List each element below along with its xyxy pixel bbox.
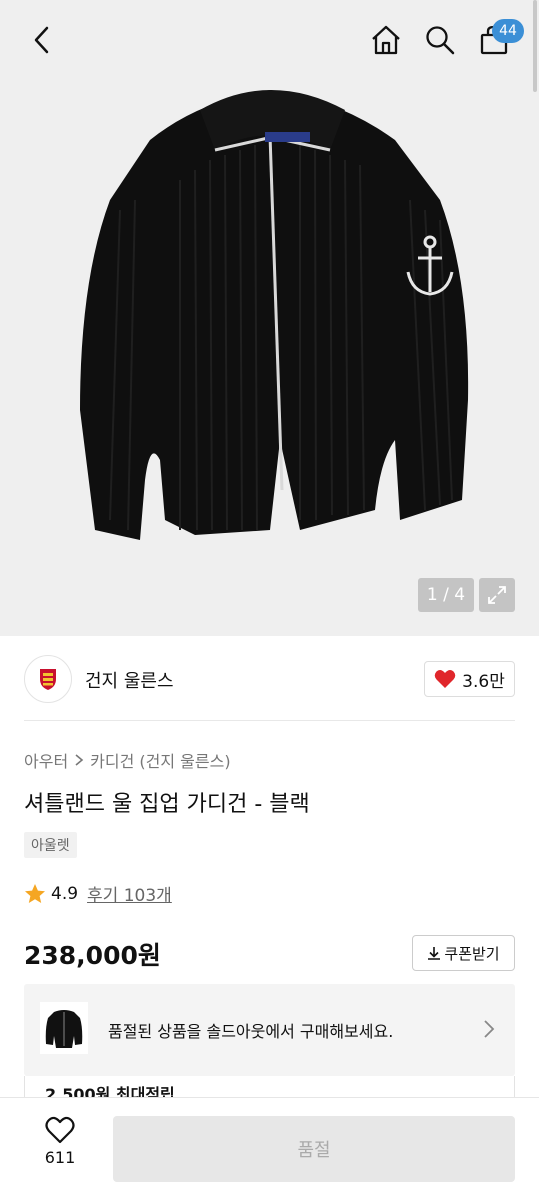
expand-icon	[488, 586, 506, 604]
heart-outline-icon	[45, 1116, 75, 1144]
divider	[24, 720, 515, 721]
product-price: 238,000원	[24, 941, 161, 970]
review-link[interactable]: 후기 103개	[87, 881, 172, 906]
wishlist-count: 611	[44, 1148, 76, 1167]
bottom-action-bar: 611 품절	[0, 1097, 539, 1200]
coupon-label: 쿠폰받기	[444, 945, 500, 963]
product-title: 셔틀랜드 울 집업 가디건 - 블랙	[24, 792, 310, 817]
brand-name[interactable]: 건지 울른스	[85, 667, 174, 693]
outlet-tag: 아울렛	[24, 832, 77, 858]
search-icon	[426, 26, 455, 55]
brand-row: 건지 울른스 3.6만	[24, 654, 515, 704]
rating-row: 4.9 후기 103개	[24, 881, 172, 906]
heart-icon	[434, 670, 456, 688]
download-icon	[428, 947, 441, 960]
expand-image-button[interactable]	[479, 578, 515, 612]
cardigan-thumbnail-image	[45, 1010, 83, 1048]
top-navigation-bar: 44	[0, 0, 539, 80]
chevron-left-icon	[34, 26, 49, 54]
soldout-banner-text: 품절된 상품을 솔드아웃에서 구매해보세요.	[108, 1022, 394, 1041]
brand-logo[interactable]	[24, 655, 72, 703]
breadcrumb-subcategory[interactable]: 카디건 (건지 울른스)	[90, 748, 230, 772]
product-image-gallery[interactable]: 44 1 / 4	[0, 0, 539, 636]
home-icon	[372, 25, 400, 55]
cart-count-badge: 44	[492, 19, 524, 43]
wishlist-button[interactable]: 611	[20, 1116, 100, 1186]
soldout-banner[interactable]: 품절된 상품을 솔드아웃에서 구매해보세요.	[24, 984, 515, 1076]
image-counter: 1 / 4	[418, 578, 474, 612]
star-icon	[25, 883, 45, 903]
scrollbar[interactable]	[533, 0, 537, 92]
chevron-right-icon	[75, 754, 84, 766]
soldout-thumbnail	[40, 1002, 88, 1054]
home-button[interactable]	[366, 20, 406, 60]
back-button[interactable]	[22, 20, 62, 60]
brand-like-count: 3.6만	[462, 671, 505, 692]
chevron-right-icon	[484, 1020, 495, 1038]
rating-value: 4.9	[51, 883, 79, 904]
coupon-download-button[interactable]: 쿠폰받기	[412, 935, 515, 971]
breadcrumb: 아우터 카디건 (건지 울른스)	[24, 748, 231, 772]
soldout-purchase-button[interactable]: 품절	[113, 1116, 515, 1182]
product-image	[80, 90, 469, 540]
breadcrumb-category[interactable]: 아우터	[24, 748, 68, 772]
brand-crest-icon	[40, 669, 56, 690]
search-button[interactable]	[420, 20, 460, 60]
brand-like-button[interactable]: 3.6만	[424, 661, 515, 697]
